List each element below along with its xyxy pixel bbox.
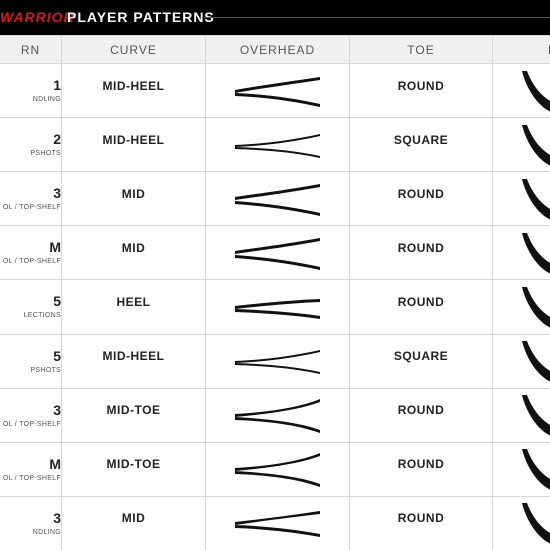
blade-overhead-icon xyxy=(234,399,320,434)
pattern-cell: 2 PSHOTS xyxy=(0,118,61,172)
pattern-description: PSHOTS xyxy=(30,150,61,158)
face-cell xyxy=(493,118,550,172)
column-header-curve-label: CURVE xyxy=(110,42,157,57)
pattern-cell: 5 LECTIONS xyxy=(0,280,61,334)
pattern-description: OL / TOP-SHELF xyxy=(2,474,61,482)
pattern-cell: 3 OL / TOP-SHELF xyxy=(0,172,61,226)
blade-overhead-icon xyxy=(234,183,320,216)
pattern-cell: 3 NDLING xyxy=(0,496,61,550)
blade-face-icon xyxy=(522,395,550,436)
column-header-pattern: RN xyxy=(0,36,61,63)
blade-face-icon xyxy=(522,70,550,111)
blade-overhead-icon xyxy=(234,298,320,319)
pattern-description: LECTIONS xyxy=(23,312,61,320)
blade-face-icon xyxy=(522,232,550,274)
patterns-table: RN CURVE OVERHEAD TOE F 1 NDLING MID-HEEL… xyxy=(0,35,550,550)
pattern-cell: M OL / TOP-SHELF xyxy=(0,442,61,496)
blade-overhead-icon xyxy=(234,350,320,375)
page-title: PLAYER PATTERNS xyxy=(67,9,215,25)
overhead-cell xyxy=(206,334,349,388)
overhead-cell xyxy=(206,118,349,172)
column-header-curve: CURVE xyxy=(62,36,205,63)
face-cell xyxy=(493,442,550,496)
brand-logo: WARRIOR xyxy=(0,9,75,25)
toe-cell: ROUND xyxy=(350,226,492,280)
overhead-cell xyxy=(206,226,349,280)
pattern-name: M xyxy=(49,455,61,472)
blade-overhead-icon xyxy=(234,237,320,270)
toe-cell: ROUND xyxy=(350,280,492,334)
curve-cell: MID-HEEL xyxy=(62,118,205,172)
blade-face-icon xyxy=(522,178,550,220)
blade-overhead-icon xyxy=(234,453,320,488)
pattern-name: M xyxy=(49,239,61,256)
face-cell xyxy=(493,226,550,280)
pattern-description: OL / TOP-SHELF xyxy=(2,420,61,428)
toe-cell: SQUARE xyxy=(350,334,492,388)
pattern-description: OL / TOP-SHELF xyxy=(2,258,61,266)
curve-cell: MID-TOE xyxy=(62,388,205,442)
toe-cell: ROUND xyxy=(350,388,492,442)
overhead-cell xyxy=(206,496,349,550)
header-bar: WARRIOR PLAYER PATTERNS xyxy=(0,0,550,35)
overhead-cell xyxy=(206,64,349,118)
pattern-name: 2 xyxy=(53,131,61,148)
pattern-description: NDLING xyxy=(32,528,61,536)
column-header-overhead: OVERHEAD xyxy=(206,36,349,63)
column-header-pattern-label: RN xyxy=(20,42,41,57)
curve-cell: MID xyxy=(62,172,205,226)
pattern-description: NDLING xyxy=(32,96,61,103)
pattern-name: 3 xyxy=(53,185,61,202)
pattern-cell: 1 NDLING xyxy=(0,64,61,118)
overhead-cell xyxy=(206,442,349,496)
column-header-toe: TOE xyxy=(350,36,492,63)
curve-cell: MID-HEEL xyxy=(62,334,205,388)
pattern-cell: M OL / TOP-SHELF xyxy=(0,226,61,280)
pattern-description: PSHOTS xyxy=(30,366,61,374)
toe-cell: SQUARE xyxy=(350,118,492,172)
pattern-name: 3 xyxy=(53,401,61,418)
curve-cell: MID xyxy=(62,496,205,550)
blade-overhead-icon xyxy=(234,511,320,538)
blade-face-icon xyxy=(522,503,550,544)
blade-face-icon xyxy=(522,341,550,382)
column-header-overhead-label: OVERHEAD xyxy=(239,42,316,57)
face-cell xyxy=(493,64,550,118)
header-rule xyxy=(202,17,550,18)
toe-cell: ROUND xyxy=(350,64,492,118)
pattern-name: 3 xyxy=(53,509,61,526)
pattern-cell: 5 PSHOTS xyxy=(0,334,61,388)
pattern-name: 5 xyxy=(53,293,61,310)
pattern-name: 1 xyxy=(53,77,61,93)
curve-cell: MID xyxy=(62,226,205,280)
face-cell xyxy=(493,280,550,334)
pattern-name: 5 xyxy=(53,347,61,364)
curve-cell: MID-HEEL xyxy=(62,64,205,118)
blade-overhead-icon xyxy=(234,76,320,107)
face-cell xyxy=(493,172,550,226)
toe-cell: ROUND xyxy=(350,442,492,496)
pattern-cell: 3 OL / TOP-SHELF xyxy=(0,388,61,442)
curve-cell: HEEL xyxy=(62,280,205,334)
toe-cell: ROUND xyxy=(350,172,492,226)
overhead-cell xyxy=(206,280,349,334)
column-header-face: F xyxy=(493,36,550,63)
blade-face-icon xyxy=(522,124,550,166)
blade-face-icon xyxy=(522,286,550,328)
face-cell xyxy=(493,334,550,388)
face-cell xyxy=(493,496,550,550)
blade-overhead-icon xyxy=(234,133,320,158)
overhead-cell xyxy=(206,388,349,442)
face-cell xyxy=(493,388,550,442)
toe-cell: ROUND xyxy=(350,496,492,550)
column-header-toe-label: TOE xyxy=(407,42,435,57)
pattern-description: OL / TOP-SHELF xyxy=(2,204,61,212)
curve-cell: MID-TOE xyxy=(62,442,205,496)
blade-face-icon xyxy=(522,449,550,490)
overhead-cell xyxy=(206,172,349,226)
